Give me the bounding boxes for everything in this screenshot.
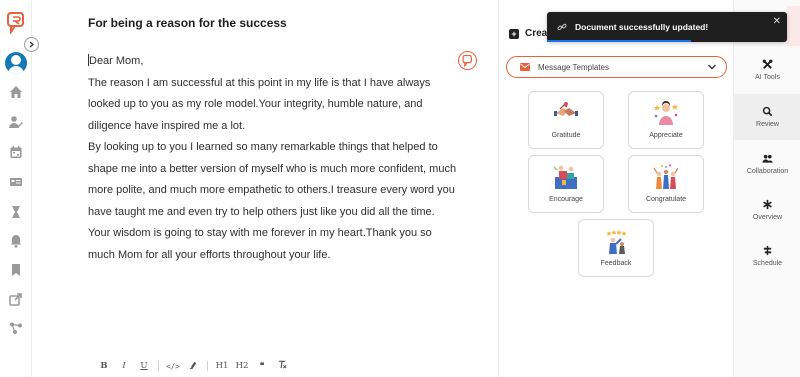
- tool-collaboration[interactable]: Collaboration: [734, 141, 800, 187]
- tool-ai-tools[interactable]: AI Tools: [734, 47, 800, 93]
- chevron-right-icon: [29, 41, 35, 48]
- dropdown-selected-value: Message Templates: [538, 62, 609, 72]
- tool-label: Schedule: [752, 260, 783, 267]
- chevron-down-icon: [708, 64, 716, 70]
- greeting-text: Dear Mom,: [89, 55, 144, 67]
- tool-label: Overview: [752, 214, 783, 221]
- heading-1-button[interactable]: H1: [212, 361, 232, 371]
- handshake-icon: [554, 102, 578, 116]
- message-templates-dropdown[interactable]: Message Templates: [506, 56, 727, 78]
- template-card-appreciate[interactable]: Appreciate: [628, 91, 704, 149]
- right-tools-column: AI Tools Review Collaboration Overview S…: [733, 0, 800, 377]
- left-nav-rail: [0, 0, 32, 377]
- card-label: Feedback: [600, 260, 632, 267]
- tool-label: AI Tools: [755, 74, 780, 81]
- toast-progress-bar: [547, 40, 691, 42]
- appreciate-person-icon: [654, 101, 678, 125]
- app-root: For being a reason for the success Dear …: [0, 0, 800, 377]
- card-label: Encourage: [549, 196, 583, 203]
- close-icon[interactable]: ✕: [773, 17, 781, 27]
- greeting-line[interactable]: Dear Mom,: [88, 51, 458, 73]
- feedback-rating-icon: [606, 230, 627, 254]
- tool-label: Review: [756, 121, 779, 128]
- format-toolbar: B I U </> H1 H2 ❝: [94, 360, 292, 372]
- heading-2-button[interactable]: H2: [232, 361, 252, 371]
- highlighter-icon: [189, 361, 196, 369]
- card-label: Appreciate: [649, 132, 683, 139]
- tool-overview[interactable]: Overview: [734, 187, 800, 233]
- users-icon: [762, 154, 773, 163]
- share-icon[interactable]: [9, 292, 23, 306]
- tool-schedule[interactable]: Schedule: [734, 233, 800, 279]
- template-card-feedback[interactable]: Feedback: [578, 219, 654, 277]
- link-icon: [557, 23, 567, 31]
- bold-button[interactable]: B: [94, 361, 114, 371]
- toast-message: Document successfully updated!: [575, 22, 709, 32]
- user-edit-icon[interactable]: [9, 115, 23, 129]
- paragraph[interactable]: By looking up to you I learned so many r…: [88, 137, 458, 223]
- background-accent-strip: [787, 6, 800, 46]
- bookmark-icon[interactable]: [9, 263, 23, 277]
- ai-assist-button[interactable]: [458, 51, 477, 70]
- card-label: Congratulate: [645, 196, 687, 203]
- create-panel-header[interactable]: + Crea: [509, 28, 547, 39]
- envelope-icon: [520, 63, 530, 71]
- document-body[interactable]: Dear Mom, The reason I am successful at …: [88, 51, 458, 266]
- highlight-button[interactable]: [183, 360, 203, 372]
- toolbar-divider: [158, 361, 159, 371]
- tools-icon: [762, 59, 773, 69]
- template-card-congratulate[interactable]: Congratulate: [628, 155, 704, 213]
- tool-review[interactable]: Review: [734, 94, 800, 140]
- bell-icon[interactable]: [9, 234, 23, 248]
- calendar-icon[interactable]: [9, 145, 23, 159]
- brand-mini-icon: [462, 54, 472, 67]
- success-toast: Document successfully updated! ✕: [547, 12, 787, 42]
- user-avatar[interactable]: [5, 52, 27, 74]
- underline-button[interactable]: U: [134, 361, 154, 371]
- template-card-encourage[interactable]: Encourage: [528, 155, 604, 213]
- paragraph[interactable]: The reason I am successful at this point…: [88, 73, 458, 138]
- quote-button[interactable]: ❝: [252, 361, 272, 371]
- code-button[interactable]: </>: [163, 362, 183, 371]
- celebration-group-icon: [653, 164, 679, 189]
- encourage-team-icon: [553, 165, 577, 189]
- schedule-icon: [763, 245, 772, 256]
- toolbar-divider: [207, 361, 208, 371]
- home-icon[interactable]: [9, 85, 23, 99]
- italic-button[interactable]: I: [114, 361, 134, 371]
- expand-sidebar-button[interactable]: [24, 37, 39, 52]
- templates-panel: + Crea Message Templates Gratitude Appre…: [499, 0, 733, 377]
- panel-heading: Crea: [525, 28, 548, 39]
- search-icon: [762, 106, 773, 117]
- id-card-icon[interactable]: [9, 175, 23, 189]
- hourglass-icon[interactable]: [9, 205, 23, 219]
- brand-logo-icon[interactable]: [6, 12, 26, 34]
- plus-icon: +: [509, 28, 519, 39]
- template-card-gratitude[interactable]: Gratitude: [528, 91, 604, 149]
- document-title[interactable]: For being a reason for the success: [88, 16, 287, 30]
- workflow-icon[interactable]: [9, 321, 23, 335]
- paragraph[interactable]: Your wisdom is going to stay with me for…: [88, 223, 458, 266]
- clear-format-icon: [278, 360, 286, 369]
- document-editor[interactable]: For being a reason for the success Dear …: [32, 0, 499, 377]
- tool-label: Collaboration: [746, 168, 789, 175]
- asterisk-icon: [763, 199, 772, 210]
- card-label: Gratitude: [551, 132, 581, 139]
- clear-format-button[interactable]: [272, 360, 292, 372]
